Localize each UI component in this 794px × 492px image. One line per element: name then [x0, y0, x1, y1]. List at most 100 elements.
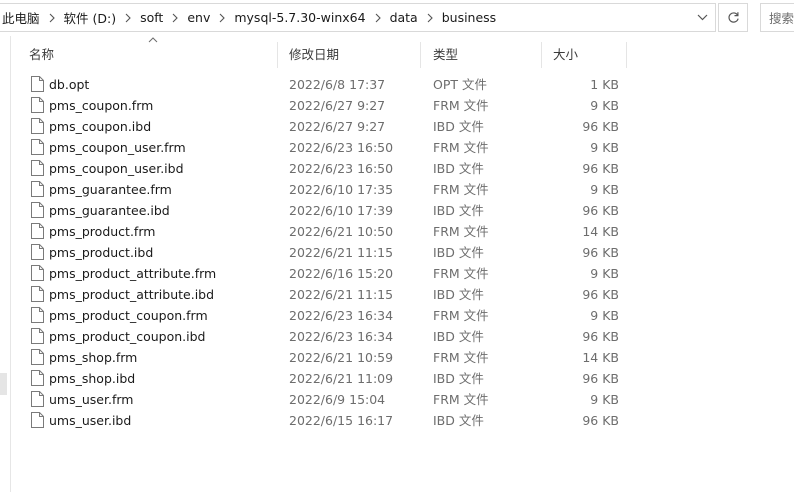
file-icon — [31, 349, 44, 365]
breadcrumb-item[interactable]: mysql-5.7.30-winx64 — [232, 10, 367, 25]
column-divider[interactable] — [541, 42, 542, 68]
address-history-dropdown[interactable] — [689, 4, 715, 31]
breadcrumb-item[interactable]: 此电脑 — [0, 8, 42, 27]
file-modified-date: 2022/6/15 16:17 — [289, 413, 394, 428]
file-size: 9 KB — [590, 392, 619, 407]
file-row[interactable]: pms_product_coupon.frm 2022/6/23 16:34 FRM… — [11, 305, 631, 326]
file-row[interactable]: pms_product_attribute.frm 2022/6/16 15:20… — [11, 263, 631, 284]
file-name: pms_product_attribute.ibd — [49, 287, 215, 302]
sort-ascending-icon — [148, 37, 158, 43]
file-size: 9 KB — [590, 308, 619, 323]
file-type: FRM 文件 — [433, 266, 489, 281]
breadcrumb-separator[interactable] — [212, 13, 232, 23]
file-row[interactable]: db.opt 2022/6/8 17:37 OPT 文件 1 KB — [11, 74, 631, 95]
refresh-button[interactable] — [718, 3, 748, 32]
file-modified-date: 2022/6/27 9:27 — [289, 119, 386, 134]
breadcrumb-item[interactable]: env — [185, 10, 212, 25]
file-type: IBD 文件 — [433, 161, 484, 176]
file-name: pms_product.ibd — [49, 245, 154, 260]
file-type: FRM 文件 — [433, 182, 489, 197]
file-name: db.opt — [49, 77, 90, 92]
file-name: pms_shop.ibd — [49, 371, 136, 386]
file-modified-date: 2022/6/8 17:37 — [289, 77, 386, 92]
file-modified-date: 2022/6/9 15:04 — [289, 392, 386, 407]
file-row[interactable]: pms_coupon.frm 2022/6/27 9:27 FRM 文件 9 KB — [11, 95, 631, 116]
column-divider[interactable] — [626, 42, 627, 68]
file-size: 9 KB — [590, 266, 619, 281]
chevron-right-icon — [427, 13, 433, 22]
column-header-name[interactable]: 名称 — [29, 36, 54, 70]
breadcrumb: 此电脑 软件 (D:) soft env mysql-5.7.30-winx64 data… — [0, 4, 498, 31]
file-name: pms_coupon_user.frm — [49, 140, 186, 155]
file-list: db.opt 2022/6/8 17:37 OPT 文件 1 KB pms_coupon… — [11, 74, 794, 431]
file-icon — [31, 181, 44, 197]
breadcrumb-item[interactable]: soft — [138, 10, 165, 25]
file-modified-date: 2022/6/27 9:27 — [289, 98, 386, 113]
file-type: IBD 文件 — [433, 371, 484, 386]
chevron-down-icon — [697, 14, 707, 21]
chevron-right-icon — [125, 13, 131, 22]
breadcrumb-item[interactable]: data — [388, 10, 420, 25]
file-row[interactable]: pms_product.ibd 2022/6/21 11:15 IBD 文件 96 K… — [11, 242, 631, 263]
column-divider[interactable] — [420, 42, 421, 68]
file-icon — [31, 139, 44, 155]
file-name: pms_guarantee.frm — [49, 182, 172, 197]
file-row[interactable]: ums_user.ibd 2022/6/15 16:17 IBD 文件 96 KB — [11, 410, 631, 431]
file-size: 96 KB — [582, 119, 619, 134]
search-input[interactable]: 搜索 — [760, 3, 794, 32]
file-name: pms_shop.frm — [49, 350, 138, 365]
file-modified-date: 2022/6/10 17:35 — [289, 182, 394, 197]
column-divider[interactable] — [277, 42, 278, 68]
column-headers: 名称 修改日期 类型 大小 — [11, 36, 794, 72]
breadcrumb-separator[interactable] — [368, 13, 388, 23]
file-icon — [31, 76, 44, 92]
file-row[interactable]: pms_shop.ibd 2022/6/21 11:09 IBD 文件 96 KB — [11, 368, 631, 389]
file-row[interactable]: pms_coupon_user.ibd 2022/6/23 16:50 IBD 文件… — [11, 158, 631, 179]
file-size: 9 KB — [590, 182, 619, 197]
nav-pane-scrollbar[interactable] — [0, 373, 7, 395]
file-row[interactable]: pms_product_coupon.ibd 2022/6/23 16:34 IBD… — [11, 326, 631, 347]
file-name: pms_coupon_user.ibd — [49, 161, 184, 176]
file-type: IBD 文件 — [433, 413, 484, 428]
file-name: pms_product.frm — [49, 224, 156, 239]
file-row[interactable]: pms_guarantee.ibd 2022/6/10 17:39 IBD 文件 96… — [11, 200, 631, 221]
breadcrumb-separator[interactable] — [42, 13, 62, 23]
file-type: IBD 文件 — [433, 119, 484, 134]
file-name: pms_coupon.frm — [49, 98, 154, 113]
file-icon — [31, 118, 44, 134]
file-row[interactable]: pms_shop.frm 2022/6/21 10:59 FRM 文件 14 KB — [11, 347, 631, 368]
address-row: 此电脑 软件 (D:) soft env mysql-5.7.30-winx64 data… — [0, 0, 794, 36]
file-icon — [31, 97, 44, 113]
file-icon — [31, 265, 44, 281]
file-type: IBD 文件 — [433, 203, 484, 218]
file-modified-date: 2022/6/21 11:15 — [289, 287, 394, 302]
file-modified-date: 2022/6/21 10:59 — [289, 350, 394, 365]
breadcrumb-separator[interactable] — [165, 13, 185, 23]
breadcrumb-item[interactable]: 软件 (D:) — [62, 8, 119, 27]
file-row[interactable]: ums_user.frm 2022/6/9 15:04 FRM 文件 9 KB — [11, 389, 631, 410]
file-type: IBD 文件 — [433, 287, 484, 302]
search-placeholder: 搜索 — [769, 11, 794, 26]
file-row[interactable]: pms_guarantee.frm 2022/6/10 17:35 FRM 文件 9 … — [11, 179, 631, 200]
file-row[interactable]: pms_coupon.ibd 2022/6/27 9:27 IBD 文件 96 KB — [11, 116, 631, 137]
file-modified-date: 2022/6/10 17:39 — [289, 203, 394, 218]
column-header-size[interactable]: 大小 — [553, 36, 578, 70]
breadcrumb-separator[interactable] — [118, 13, 138, 23]
file-icon — [31, 307, 44, 323]
file-row[interactable]: pms_coupon_user.frm 2022/6/23 16:50 FRM 文件… — [11, 137, 631, 158]
column-header-type[interactable]: 类型 — [433, 36, 458, 70]
breadcrumb-separator[interactable] — [420, 13, 440, 23]
file-modified-date: 2022/6/23 16:50 — [289, 140, 394, 155]
file-row[interactable]: pms_product_attribute.ibd 2022/6/21 11:15… — [11, 284, 631, 305]
refresh-icon — [727, 12, 739, 23]
file-row[interactable]: pms_product.frm 2022/6/21 10:50 FRM 文件 14 K… — [11, 221, 631, 242]
file-modified-date: 2022/6/23 16:34 — [289, 329, 394, 344]
address-bar[interactable]: 此电脑 软件 (D:) soft env mysql-5.7.30-winx64 data… — [0, 3, 716, 32]
file-size: 14 KB — [582, 350, 619, 365]
navigation-pane — [0, 36, 11, 492]
file-size: 96 KB — [582, 329, 619, 344]
file-icon — [31, 244, 44, 260]
breadcrumb-item[interactable]: business — [440, 10, 498, 25]
column-header-date[interactable]: 修改日期 — [289, 36, 339, 70]
file-size: 96 KB — [582, 371, 619, 386]
